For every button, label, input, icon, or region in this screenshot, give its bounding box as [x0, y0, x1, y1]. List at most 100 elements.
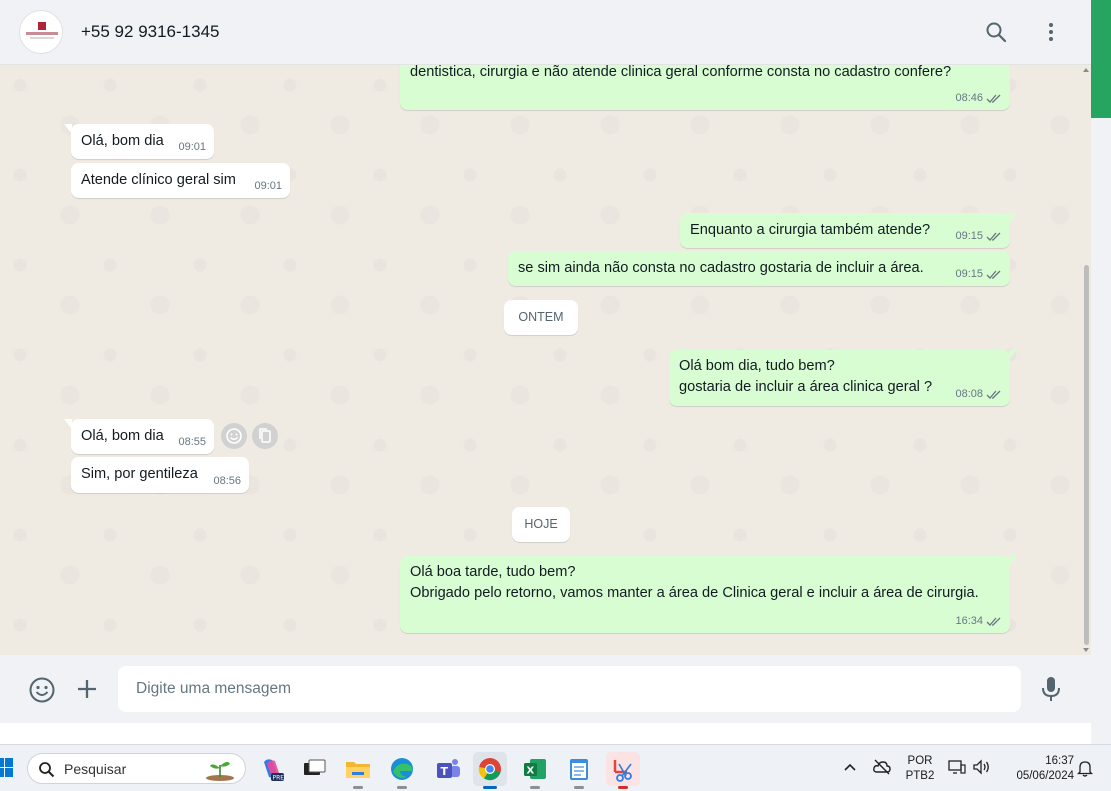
message-bubble-incoming[interactable]: Olá, bom dia 08:55: [64, 419, 214, 454]
message-time: 09:01: [178, 141, 206, 153]
message-text: Atende clínico geral sim: [81, 172, 236, 188]
message-list[interactable]: dentistica, cirurgia e não atende clinic…: [0, 65, 1091, 655]
message-bubble-outgoing[interactable]: Enquanto a cirurgia também atende? 09:15: [680, 213, 1017, 248]
message-text: Olá boa tarde, tudo bem? Obrigado pelo r…: [410, 564, 979, 601]
message-bubble-incoming[interactable]: Atende clínico geral sim 09:01: [71, 163, 290, 198]
chat-scrollbar[interactable]: [1081, 65, 1091, 655]
date-separator: HOJE: [512, 507, 570, 542]
chrome-icon: [478, 758, 501, 781]
clock[interactable]: 16:37 05/06/2024: [1002, 754, 1074, 784]
contact-name[interactable]: +55 92 9316-1345: [81, 22, 220, 42]
notepad-icon: [570, 759, 588, 780]
running-indicator: [530, 786, 540, 789]
windows-start-icon[interactable]: [0, 758, 14, 778]
chat-header: +55 92 9316-1345: [0, 0, 1091, 65]
microphone-icon[interactable]: [1039, 675, 1063, 703]
search-label: Pesquisar: [64, 761, 127, 777]
snipping-tool-app[interactable]: [606, 752, 640, 789]
emoji-icon[interactable]: [28, 676, 56, 704]
double-check-icon: [986, 94, 1001, 103]
message-text: se sim ainda não consta no cadastro gost…: [518, 260, 924, 276]
double-check-icon: [986, 232, 1001, 241]
chevron-up-icon[interactable]: [843, 762, 857, 772]
file-explorer-icon: [346, 762, 370, 778]
svg-text:T: T: [441, 765, 449, 778]
running-indicator: [353, 786, 363, 789]
plant-widget-icon: [206, 761, 234, 781]
react-emoji-button[interactable]: [221, 423, 247, 449]
message-bubble-outgoing[interactable]: dentistica, cirurgia e não atende clinic…: [400, 65, 1010, 110]
message-text: dentistica, cirurgia e não atende clinic…: [410, 65, 952, 80]
message-input[interactable]: [118, 666, 1021, 712]
language-indicator[interactable]: POR PTB2: [902, 754, 938, 784]
date-separator: ONTEM: [504, 300, 578, 335]
notification-bell-icon[interactable]: [1077, 760, 1093, 777]
search-icon[interactable]: [984, 20, 1008, 44]
teams-app[interactable]: T: [431, 752, 465, 786]
scroll-down-arrow[interactable]: [1083, 648, 1089, 652]
message-bubble-incoming[interactable]: Sim, por gentileza 08:56: [71, 457, 249, 493]
teams-icon: T: [437, 759, 460, 778]
message-meta: 16:34: [955, 615, 1002, 628]
running-indicator: [574, 786, 584, 789]
svg-text:PRE: PRE: [273, 775, 285, 782]
scroll-thumb[interactable]: [1084, 265, 1089, 645]
logo-mark: [38, 22, 46, 30]
cloud-offline-icon[interactable]: [872, 758, 892, 776]
running-indicator: [397, 786, 407, 789]
message-meta: 09:15: [955, 230, 1002, 243]
emoji-icon: [226, 428, 242, 444]
double-check-icon: [986, 390, 1001, 399]
message-bubble-outgoing[interactable]: se sim ainda não consta no cadastro gost…: [508, 251, 1010, 286]
message-meta: 09:15: [955, 268, 1002, 281]
message-time: 08:08: [955, 388, 983, 400]
copilot-icon: PRE: [264, 759, 285, 782]
message-composer: [0, 655, 1091, 723]
message-text: Olá bom dia, tudo bem? gostaria de inclu…: [679, 358, 933, 395]
edge-app[interactable]: [385, 752, 419, 789]
message-time: 09:15: [955, 268, 983, 280]
scroll-up-arrow[interactable]: [1083, 68, 1089, 72]
logo-text-graphic: [26, 32, 58, 35]
double-check-icon: [986, 270, 1001, 279]
snipping-tool-icon: [613, 760, 632, 782]
excel-app[interactable]: X: [518, 752, 552, 789]
desktop-gap: [0, 723, 1091, 744]
contact-avatar[interactable]: [19, 10, 63, 54]
edge-icon: [391, 758, 413, 780]
logo-subtext-graphic: [30, 37, 54, 39]
language-bottom: PTB2: [905, 770, 935, 782]
language-top: POR: [907, 755, 933, 767]
copy-icon: [259, 428, 271, 443]
search-icon: [39, 762, 55, 778]
task-view-icon: [304, 759, 326, 775]
message-time: 09:01: [254, 180, 282, 192]
file-explorer-app[interactable]: [341, 752, 375, 789]
message-meta: 08:46: [955, 92, 1002, 105]
message-time: 08:46: [955, 92, 983, 104]
message-time: 16:34: [955, 615, 983, 627]
message-bubble-outgoing[interactable]: Olá boa tarde, tudo bem? Obrigado pelo r…: [400, 556, 1017, 633]
taskbar-search[interactable]: Pesquisar: [27, 753, 246, 784]
excel-icon: X: [524, 759, 546, 779]
plus-icon[interactable]: [75, 677, 99, 701]
chrome-app[interactable]: [473, 752, 507, 789]
double-check-icon: [986, 617, 1001, 626]
window-right-edge: [1091, 0, 1111, 744]
message-text: Enquanto a cirurgia também atende?: [690, 222, 931, 238]
active-indicator: [483, 786, 497, 789]
volume-icon[interactable]: [972, 759, 992, 775]
copilot-app[interactable]: PRE: [255, 752, 289, 786]
forward-button[interactable]: [252, 423, 278, 449]
running-indicator: [618, 786, 628, 789]
message-time: 09:15: [955, 230, 983, 242]
message-time: 08:56: [213, 475, 241, 487]
network-icon[interactable]: [948, 759, 966, 775]
message-bubble-incoming[interactable]: Olá, bom dia 09:01: [64, 124, 214, 159]
task-view-app[interactable]: [297, 752, 331, 786]
message-time: 08:55: [178, 436, 206, 448]
notepad-app[interactable]: [562, 752, 596, 789]
message-bubble-outgoing[interactable]: Olá bom dia, tudo bem? gostaria de inclu…: [669, 350, 1017, 406]
menu-dots-icon[interactable]: [1039, 20, 1063, 44]
svg-text:X: X: [527, 766, 535, 777]
